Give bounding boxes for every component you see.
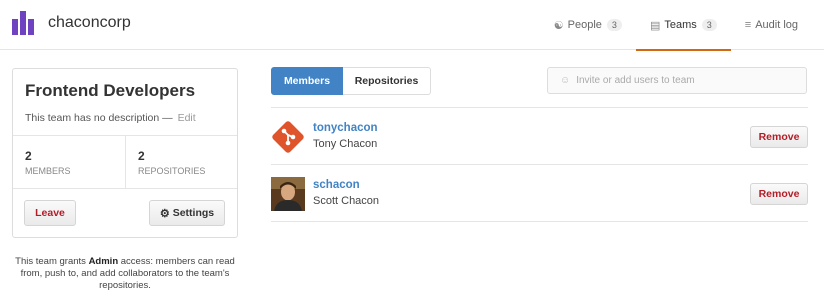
remove-member-button[interactable]: Remove — [750, 126, 808, 148]
member-full-name: Tony Chacon — [313, 138, 378, 150]
tab-repositories[interactable]: Repositories — [343, 67, 431, 95]
access-note-prefix: This team grants — [15, 256, 86, 267]
tab-members[interactable]: Members — [271, 67, 343, 95]
top-header: chaconcorp ☯ People 3 ▤ Teams 3 ≡ Audit … — [0, 0, 824, 51]
access-level: Admin — [88, 256, 119, 267]
settings-button[interactable]: ⚙ Settings — [149, 200, 225, 226]
members-count: 2 — [25, 149, 32, 163]
members-stat[interactable]: 2 MEMBERS — [25, 149, 71, 176]
member-username[interactable]: schacon — [313, 179, 360, 191]
member-full-name: Scott Chacon — [313, 195, 380, 207]
member-row: tonychacon Tony Chacon Remove — [271, 108, 808, 164]
nav-teams[interactable]: ▤ Teams 3 — [635, 0, 731, 51]
person-icon: ☺ — [560, 75, 571, 86]
nav-teams-count: 3 — [701, 19, 717, 31]
org-logo-icon — [12, 11, 38, 35]
team-description-text: This team has no description — [25, 112, 160, 124]
list-icon: ≡ — [744, 19, 752, 31]
org-icon: ☯ — [553, 19, 564, 32]
team-title: Frontend Developers — [25, 81, 196, 100]
nav-audit-log[interactable]: ≡ Audit log — [731, 0, 812, 50]
org-home-link[interactable]: chaconcorp — [12, 11, 131, 35]
team-card: Frontend Developers This team has no des… — [12, 68, 238, 238]
member-username[interactable]: tonychacon — [313, 122, 378, 134]
settings-label: Settings — [172, 207, 215, 219]
nav-people[interactable]: ☯ People 3 — [540, 0, 636, 50]
repositories-count: 2 — [138, 149, 145, 163]
stat-divider — [125, 136, 126, 188]
card-divider — [13, 188, 237, 189]
nav-teams-label: Teams — [664, 19, 697, 31]
repositories-label: REPOSITORIES — [138, 166, 206, 176]
nav-people-count: 3 — [606, 19, 622, 31]
list-divider — [271, 221, 808, 222]
invite-placeholder: Invite or add users to team — [576, 75, 695, 86]
access-note: This team grants Admin access: members c… — [12, 256, 238, 292]
member-row: schacon Scott Chacon Remove — [271, 165, 808, 221]
description-separator: — — [162, 112, 173, 124]
team-tabs: Members Repositories — [271, 67, 431, 95]
edit-description-link[interactable]: Edit — [178, 112, 196, 124]
nav-audit-log-label: Audit log — [755, 19, 798, 31]
org-name[interactable]: chaconcorp — [48, 14, 131, 32]
team-description: This team has no description — Edit — [25, 112, 196, 124]
invite-input[interactable]: ☺ Invite or add users to team — [547, 67, 807, 94]
jersey-icon: ▤ — [649, 19, 661, 32]
nav-people-label: People — [567, 19, 602, 31]
gear-icon: ⚙ — [159, 207, 170, 220]
members-label: MEMBERS — [25, 166, 71, 176]
repositories-stat[interactable]: 2 REPOSITORIES — [138, 149, 205, 176]
remove-member-button[interactable]: Remove — [750, 183, 808, 205]
git-logo-avatar[interactable] — [271, 120, 305, 154]
user-photo-avatar[interactable] — [271, 177, 305, 211]
leave-button[interactable]: Leave — [24, 200, 76, 226]
org-nav: ☯ People 3 ▤ Teams 3 ≡ Audit log — [540, 0, 812, 51]
